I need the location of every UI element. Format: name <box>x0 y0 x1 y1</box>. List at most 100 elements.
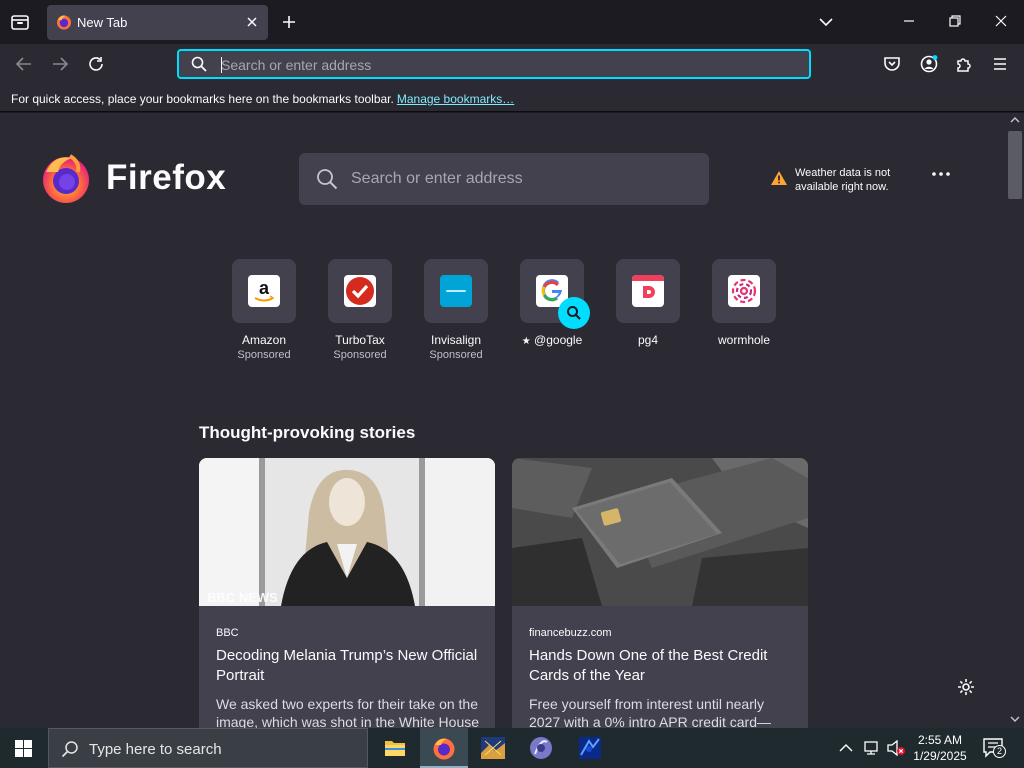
shortcut-label: ★ @google <box>510 333 594 347</box>
new-tab-page: Firefox Weather data is not available ri… <box>0 113 1006 728</box>
taskbar-app-3[interactable] <box>469 728 517 768</box>
bbc-news-watermark: BBC NEWS <box>207 590 278 605</box>
app-map-icon <box>579 737 601 759</box>
shortcut-sponsored: Sponsored <box>429 349 483 361</box>
taskbar-search-box[interactable]: Type here to search <box>48 728 368 768</box>
windows-taskbar: Type here to search 2:55 AM 1/29/2025 2 <box>0 728 1024 768</box>
story-title: Hands Down One of the Best Credit Cards … <box>529 647 768 684</box>
story-source: financebuzz.com <box>529 627 612 639</box>
taskbar-clock[interactable]: 2:55 AM 1/29/2025 <box>908 732 972 764</box>
story-description: We asked two experts for their take on t… <box>216 696 480 728</box>
show-hidden-icons-chevron-icon[interactable] <box>839 742 853 754</box>
scrollbar-thumb[interactable] <box>1008 131 1022 199</box>
shortcut-label: Invisalign <box>430 333 482 347</box>
firefox-view-icon[interactable] <box>10 13 30 31</box>
address-bar[interactable] <box>177 49 811 79</box>
bookmarks-hint-text: For quick access, place your bookmarks h… <box>11 92 394 106</box>
app-menu-hamburger-icon[interactable] <box>991 55 1009 73</box>
search-shortcut-badge-icon <box>558 297 590 329</box>
bookmarks-toolbar-hint: For quick access, place your bookmarks h… <box>11 92 514 106</box>
tab-title: New Tab <box>77 15 128 30</box>
shortcut-sponsored: Sponsored <box>237 349 291 361</box>
shortcut-label: TurboTax <box>335 333 385 347</box>
story-card[interactable]: financebuzz.com Hands Down One of the Be… <box>512 458 808 728</box>
firefox-wordmark: Firefox <box>106 158 227 197</box>
pocket-icon[interactable] <box>883 55 901 73</box>
volume-muted-icon[interactable] <box>886 740 906 756</box>
shortcut-amazon[interactable]: a Amazon Sponsored <box>222 259 306 369</box>
firefox-logo-icon <box>40 152 92 204</box>
shortcut-google[interactable]: ★ @google <box>510 259 594 369</box>
newtab-search-box[interactable] <box>299 153 709 205</box>
firefox-taskbar-icon <box>432 736 456 760</box>
warning-triangle-icon <box>770 170 788 186</box>
shortcut-turbotax[interactable]: TurboTax Sponsored <box>318 259 402 369</box>
shortcut-label: Amazon <box>241 333 287 347</box>
extensions-puzzle-icon[interactable] <box>955 55 973 73</box>
file-explorer-folder-icon <box>384 738 406 758</box>
shortcut-invisalign[interactable]: Invisalign Sponsored <box>414 259 498 369</box>
shortcut-label-text: @google <box>534 333 583 347</box>
shortcut-label: pg4 <box>637 333 659 347</box>
story-title: Decoding Melania Trump’s New Official Po… <box>216 647 478 684</box>
bookmarks-toolbar: For quick access, place your bookmarks h… <box>0 84 1024 112</box>
back-arrow-icon[interactable] <box>15 55 33 73</box>
taskbar-search-placeholder: Type here to search <box>89 741 222 758</box>
svg-text:a: a <box>259 278 270 298</box>
tab-new-tab[interactable]: New Tab <box>47 5 268 40</box>
search-icon <box>191 56 207 72</box>
reload-icon[interactable] <box>87 55 105 73</box>
account-icon[interactable] <box>919 54 939 74</box>
pinned-star-icon: ★ <box>521 336 531 347</box>
navigation-toolbar <box>0 44 1024 84</box>
shortcut-pg4[interactable]: pg4 <box>606 259 690 369</box>
text-caret <box>221 57 222 73</box>
notification-count-badge: 2 <box>993 745 1006 758</box>
story-source: BBC <box>216 627 239 639</box>
restore-window-icon[interactable] <box>948 14 962 28</box>
shortcut-tile <box>424 259 488 323</box>
minimize-window-icon[interactable] <box>902 14 916 28</box>
network-icon[interactable] <box>862 740 880 756</box>
app-thumbnail-icon <box>481 737 505 759</box>
firefox-favicon-icon <box>56 14 72 30</box>
tab-strip: New Tab <box>0 0 1024 44</box>
shortcut-wormhole[interactable]: wormhole <box>702 259 786 369</box>
shortcut-sponsored: Sponsored <box>333 349 387 361</box>
vertical-scrollbar[interactable] <box>1006 113 1024 728</box>
story-card[interactable]: BBC NEWS BBC Decoding Melania Trump’s Ne… <box>199 458 495 728</box>
address-input[interactable] <box>221 56 781 74</box>
clock-time: 2:55 AM <box>917 733 963 747</box>
manage-bookmarks-link[interactable]: Manage bookmarks… <box>397 92 514 106</box>
forward-arrow-icon[interactable] <box>51 55 69 73</box>
pg4-icon <box>632 275 664 307</box>
new-tab-plus-icon[interactable] <box>281 14 297 30</box>
customize-gear-icon[interactable] <box>956 677 976 697</box>
search-icon <box>61 740 79 758</box>
newtab-search-input[interactable] <box>351 169 691 189</box>
scroll-up-arrow-icon[interactable] <box>1010 116 1020 124</box>
weather-more-options-icon[interactable] <box>930 171 952 187</box>
shortcut-tile <box>616 259 680 323</box>
search-icon <box>316 168 338 190</box>
taskbar-file-explorer[interactable] <box>371 728 419 768</box>
story-description: Free yourself from interest until nearly… <box>529 696 772 728</box>
action-center-notification-icon[interactable]: 2 <box>982 737 1006 759</box>
clock-date: 1/29/2025 <box>913 749 967 763</box>
close-window-icon[interactable] <box>994 14 1008 28</box>
scroll-down-arrow-icon[interactable] <box>1010 715 1020 723</box>
close-tab-icon[interactable] <box>244 14 260 30</box>
stories-heading: Thought-provoking stories <box>199 423 416 442</box>
shortcut-tile <box>328 259 392 323</box>
taskbar-app-4[interactable] <box>517 728 565 768</box>
taskbar-firefox[interactable] <box>420 728 468 768</box>
list-all-tabs-chevron-icon[interactable] <box>818 14 834 30</box>
shortcut-tile <box>712 259 776 323</box>
taskbar-app-5[interactable] <box>566 728 614 768</box>
weather-message: Weather data is not available right now. <box>795 167 891 193</box>
turbotax-icon <box>344 275 376 307</box>
windows-start-icon[interactable] <box>15 740 32 757</box>
wormhole-icon <box>728 275 760 307</box>
shortcut-label: wormhole <box>717 333 771 347</box>
story-image: BBC NEWS <box>199 458 495 606</box>
